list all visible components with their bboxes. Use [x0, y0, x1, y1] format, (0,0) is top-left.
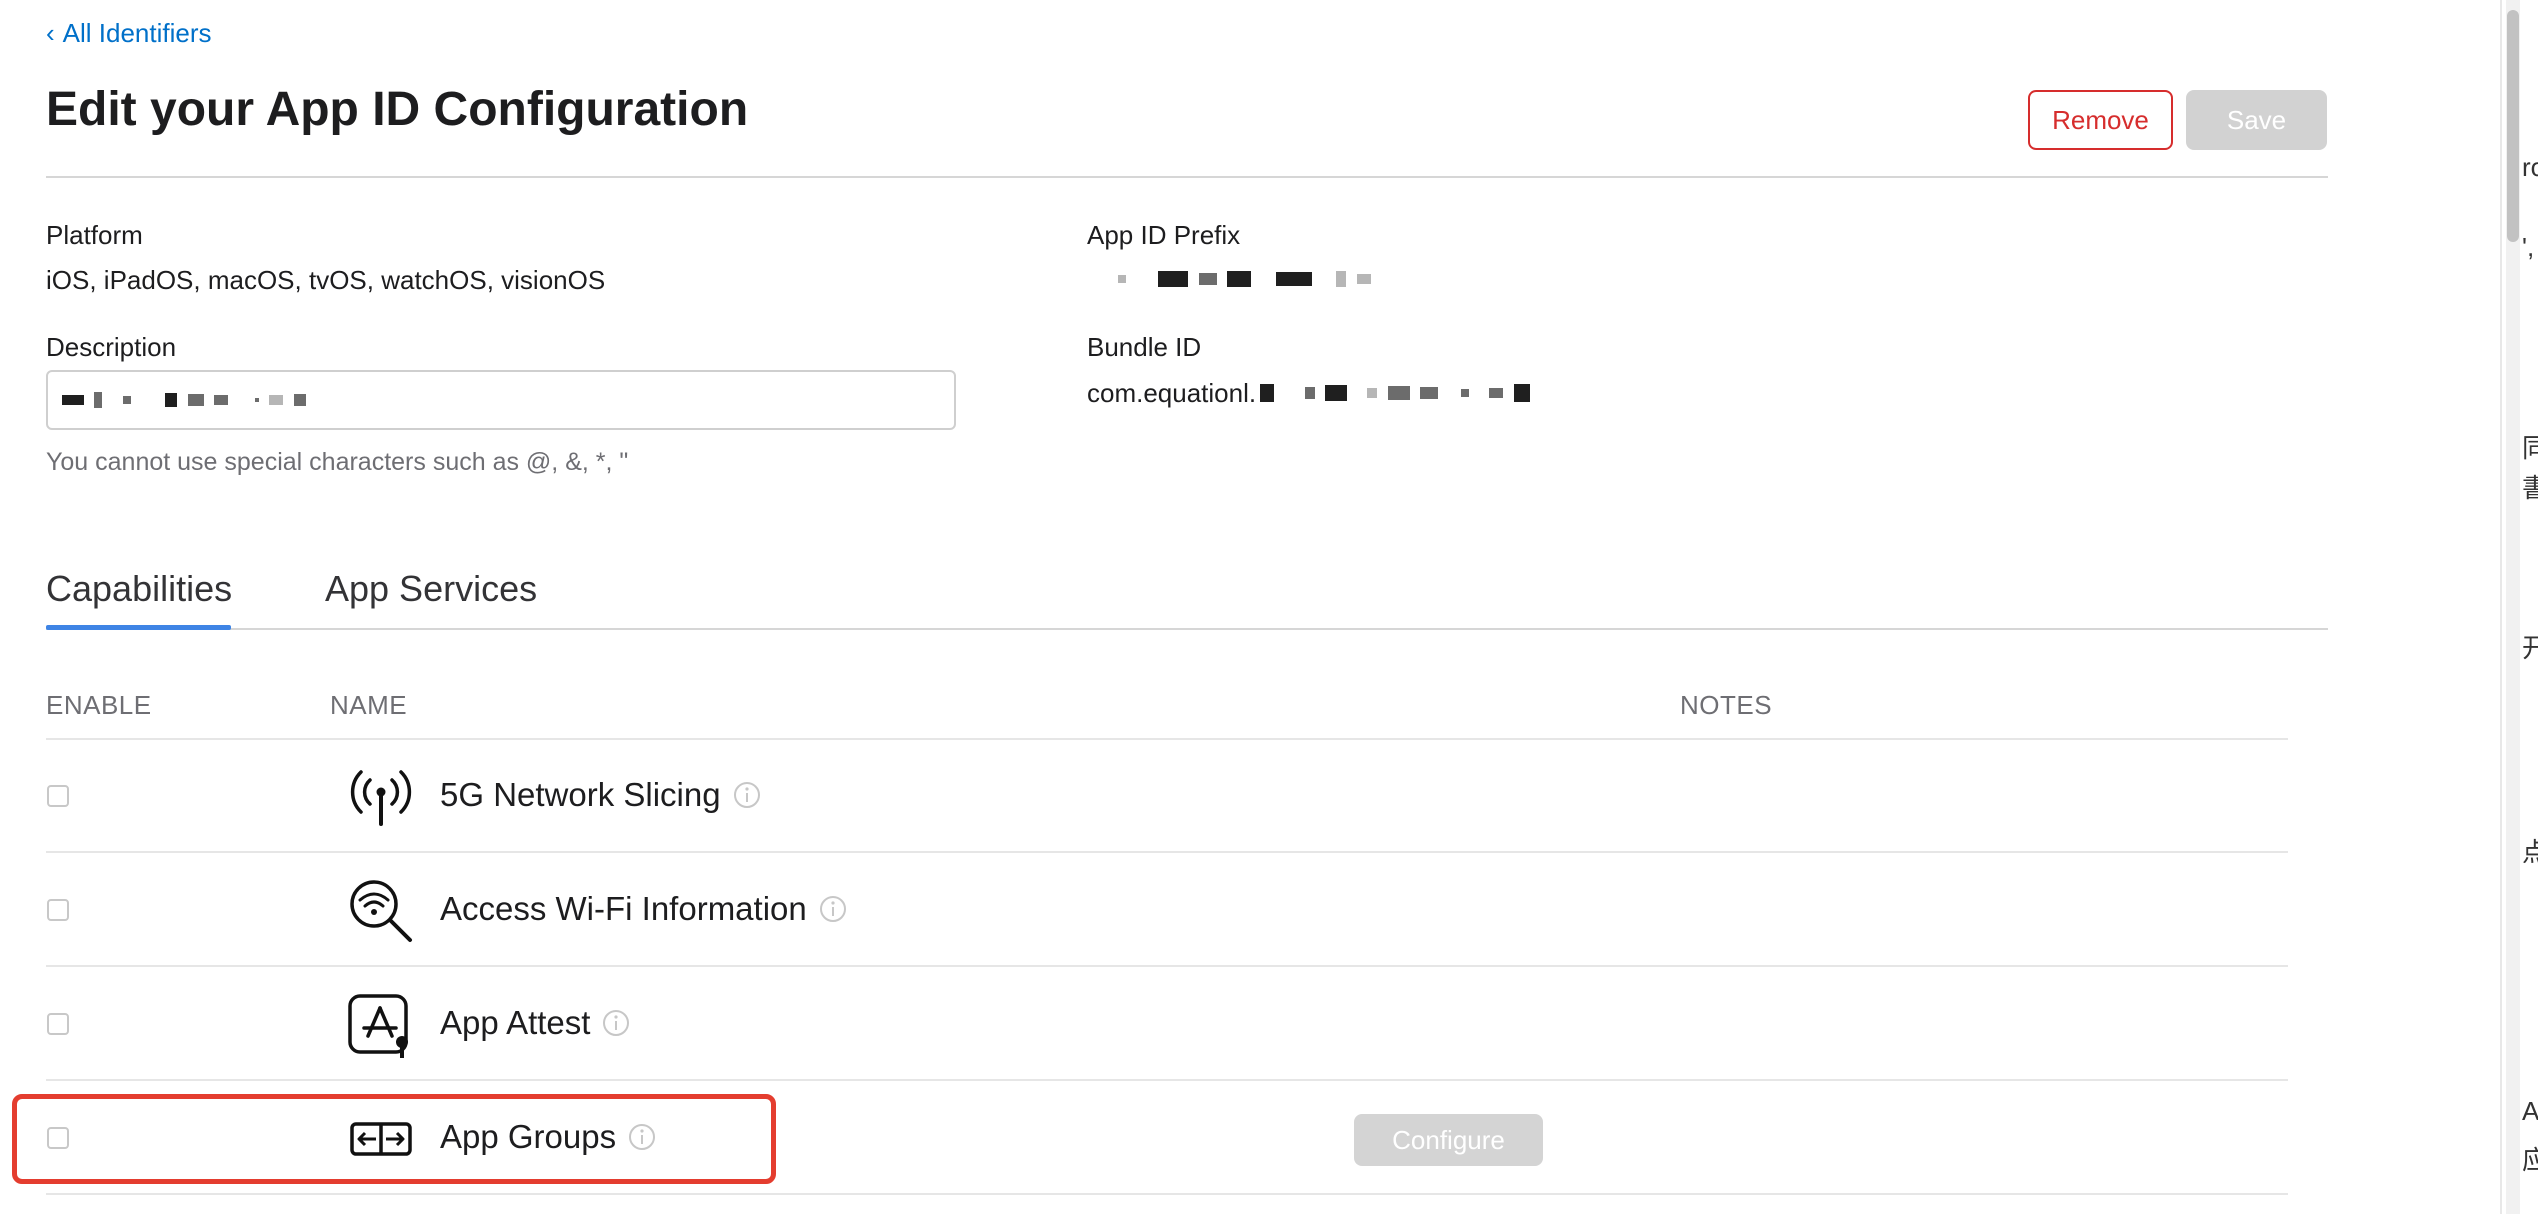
description-redacted-value	[62, 391, 312, 409]
info-icon[interactable]	[733, 781, 761, 809]
row-divider	[46, 965, 2288, 967]
row-divider	[46, 1079, 2288, 1081]
row-divider	[46, 1193, 2288, 1195]
row-divider	[46, 851, 2288, 853]
chevron-left-icon: ‹	[46, 18, 55, 48]
enable-checkbox-access-wifi-information[interactable]	[47, 899, 69, 921]
description-helper-text: You cannot use special characters such a…	[46, 448, 629, 476]
capability-name-app-attest: App Attest	[440, 1004, 630, 1042]
scrollbar-thumb[interactable]	[2507, 10, 2519, 242]
configure-button-app-groups[interactable]: Configure	[1354, 1114, 1543, 1166]
wifi-search-icon	[346, 876, 416, 946]
bundle-id-label: Bundle ID	[1087, 332, 1202, 362]
app-id-prefix-redacted	[1118, 270, 1377, 290]
app-id-prefix-label: App ID Prefix	[1087, 220, 1241, 250]
capability-label: App Attest	[440, 1004, 591, 1041]
capability-name-access-wifi-information: Access Wi-Fi Information	[440, 890, 847, 928]
bundle-id-redacted	[1260, 384, 1536, 403]
back-link-all-identifiers[interactable]: ‹ All Identifiers	[46, 18, 212, 49]
info-icon[interactable]	[602, 1009, 630, 1037]
platform-label: Platform	[46, 220, 143, 250]
platform-value: iOS, iPadOS, macOS, tvOS, watchOS, visio…	[46, 265, 606, 295]
bundle-id-value: com.equationl.	[1087, 378, 1536, 409]
capability-label: Access Wi-Fi Information	[440, 890, 807, 927]
antenna-icon	[346, 762, 416, 832]
edge-text: 开	[2522, 633, 2538, 663]
edge-text: 同	[2522, 433, 2538, 463]
description-label: Description	[46, 332, 177, 362]
enable-checkbox-app-attest[interactable]	[47, 1013, 69, 1035]
header-divider	[46, 738, 2288, 740]
active-tab-indicator	[46, 625, 231, 630]
edge-text: ',	[2522, 232, 2535, 262]
edge-text: 書	[2522, 473, 2538, 503]
save-button[interactable]: Save	[2186, 90, 2327, 150]
remove-button[interactable]: Remove	[2028, 90, 2173, 150]
edge-text: A	[2522, 1096, 2538, 1126]
edge-text: ro	[2522, 152, 2538, 182]
column-header-name: NAME	[330, 690, 408, 720]
edge-text: 应	[2522, 1145, 2538, 1175]
column-header-notes: NOTES	[1680, 690, 1773, 720]
highlight-box-app-groups	[12, 1094, 776, 1184]
back-link-label: All Identifiers	[62, 18, 212, 48]
description-input[interactable]	[46, 370, 956, 430]
info-icon[interactable]	[819, 895, 847, 923]
page-title: Edit your App ID Configuration	[46, 83, 749, 136]
tab-capabilities[interactable]: Capabilities	[46, 568, 232, 610]
capability-name-5g-network-slicing: 5G Network Slicing	[440, 776, 761, 814]
tab-app-services[interactable]: App Services	[325, 568, 537, 610]
app-attest-icon	[346, 990, 416, 1060]
capability-label: 5G Network Slicing	[440, 776, 721, 813]
title-divider	[46, 176, 2328, 178]
enable-checkbox-5g-network-slicing[interactable]	[47, 785, 69, 807]
column-header-enable: ENABLE	[46, 690, 152, 720]
tabs-divider	[46, 628, 2328, 630]
edge-text: 点	[2522, 837, 2538, 867]
bundle-id-prefix: com.equationl.	[1087, 378, 1257, 408]
